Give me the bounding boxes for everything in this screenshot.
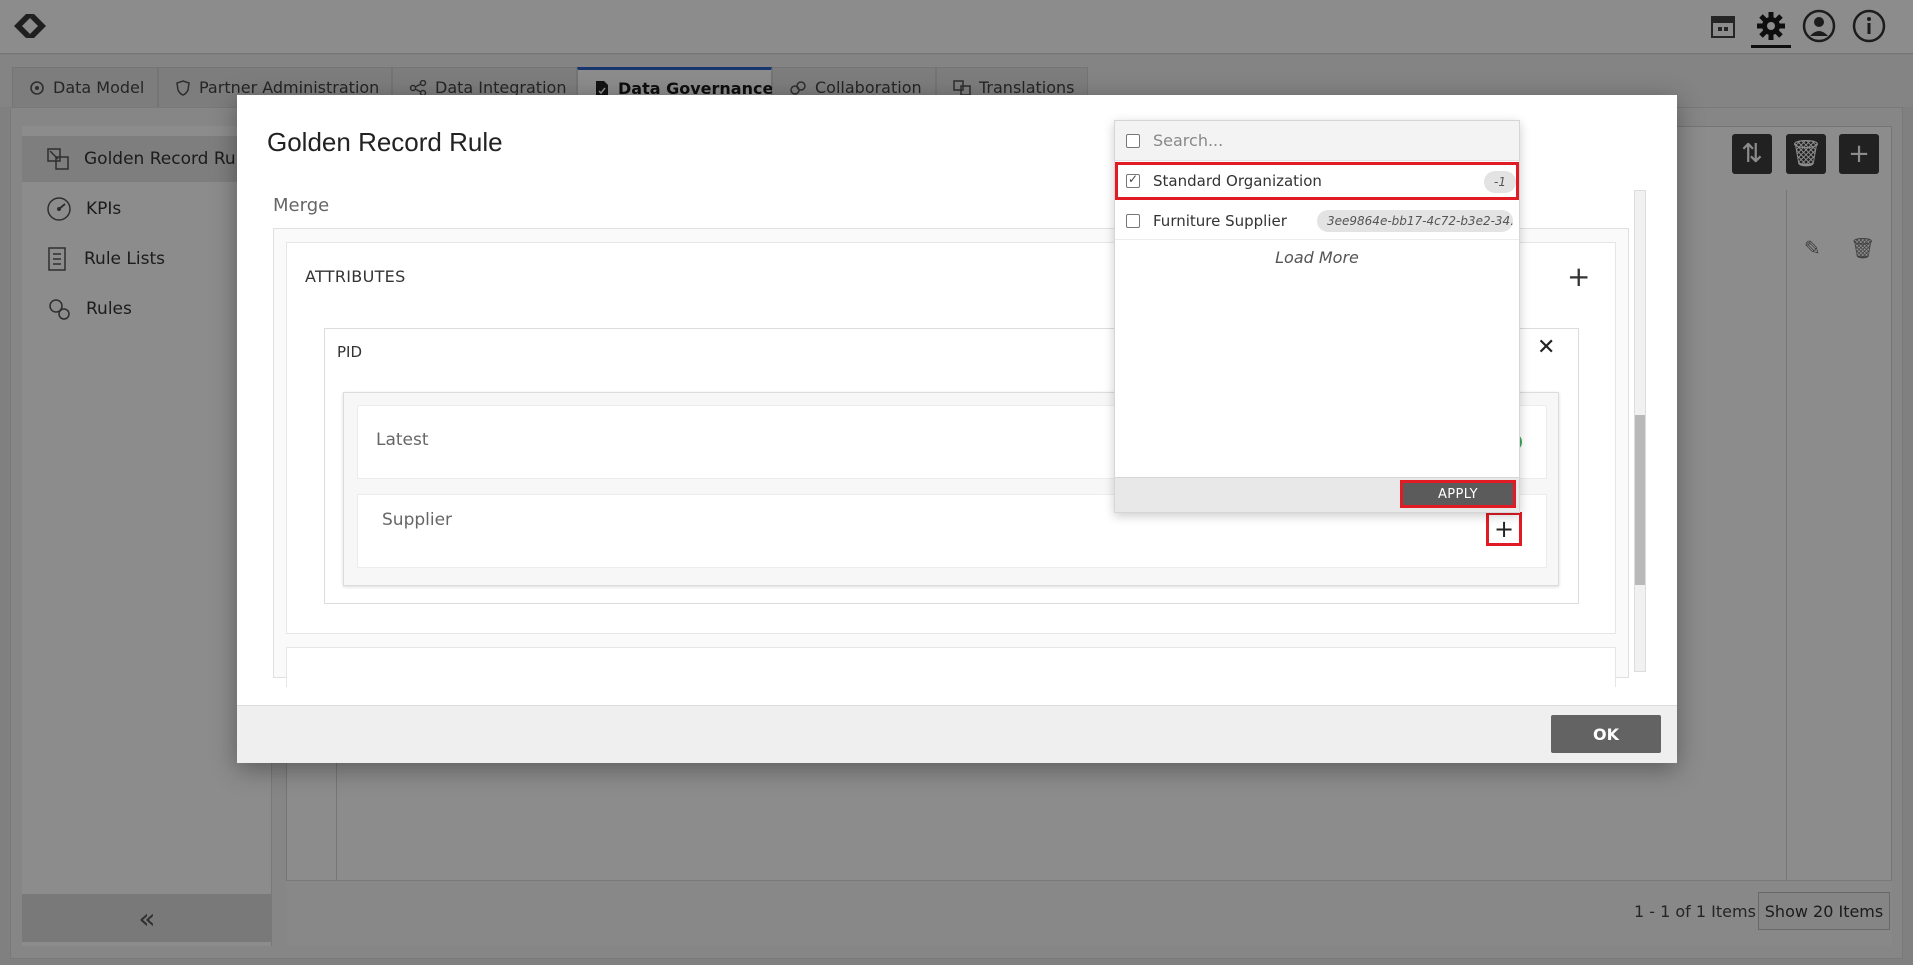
- merge-section-label: Merge: [273, 195, 330, 216]
- search-input[interactable]: Search...: [1153, 131, 1223, 150]
- item-checkbox[interactable]: [1126, 172, 1140, 188]
- plus-icon: +: [1493, 515, 1515, 543]
- item-id-badge: -1: [1484, 171, 1516, 193]
- item-id-badge: 3ee9864e-bb17-4c72-b3e2-34...: [1317, 210, 1513, 232]
- strategy-label-supplier: Supplier: [382, 510, 453, 530]
- attributes-heading: ATTRIBUTES: [305, 267, 406, 286]
- remove-attribute-button[interactable]: ✕: [1537, 337, 1555, 359]
- add-attribute-button[interactable]: +: [1567, 263, 1590, 291]
- item-label: Furniture Supplier: [1153, 212, 1287, 230]
- strategy-label-latest: Latest: [376, 430, 429, 450]
- item-label: Standard Organization: [1153, 172, 1322, 190]
- attribute-name: PID: [337, 343, 363, 361]
- dialog-footer: [237, 705, 1677, 763]
- item-checkbox[interactable]: [1126, 214, 1140, 228]
- load-more-link[interactable]: Load More: [1115, 248, 1519, 267]
- close-icon: ✕: [1537, 335, 1556, 360]
- add-supplier-button[interactable]: +: [1486, 512, 1522, 546]
- apply-button[interactable]: APPLY: [1400, 480, 1516, 508]
- select-all-checkbox[interactable]: [1126, 134, 1140, 148]
- dialog-title: Golden Record Rule: [267, 127, 503, 157]
- next-section: [286, 647, 1616, 687]
- ok-button[interactable]: OK: [1551, 715, 1661, 753]
- scrollbar-thumb[interactable]: [1635, 415, 1645, 585]
- plus-icon: +: [1567, 260, 1591, 293]
